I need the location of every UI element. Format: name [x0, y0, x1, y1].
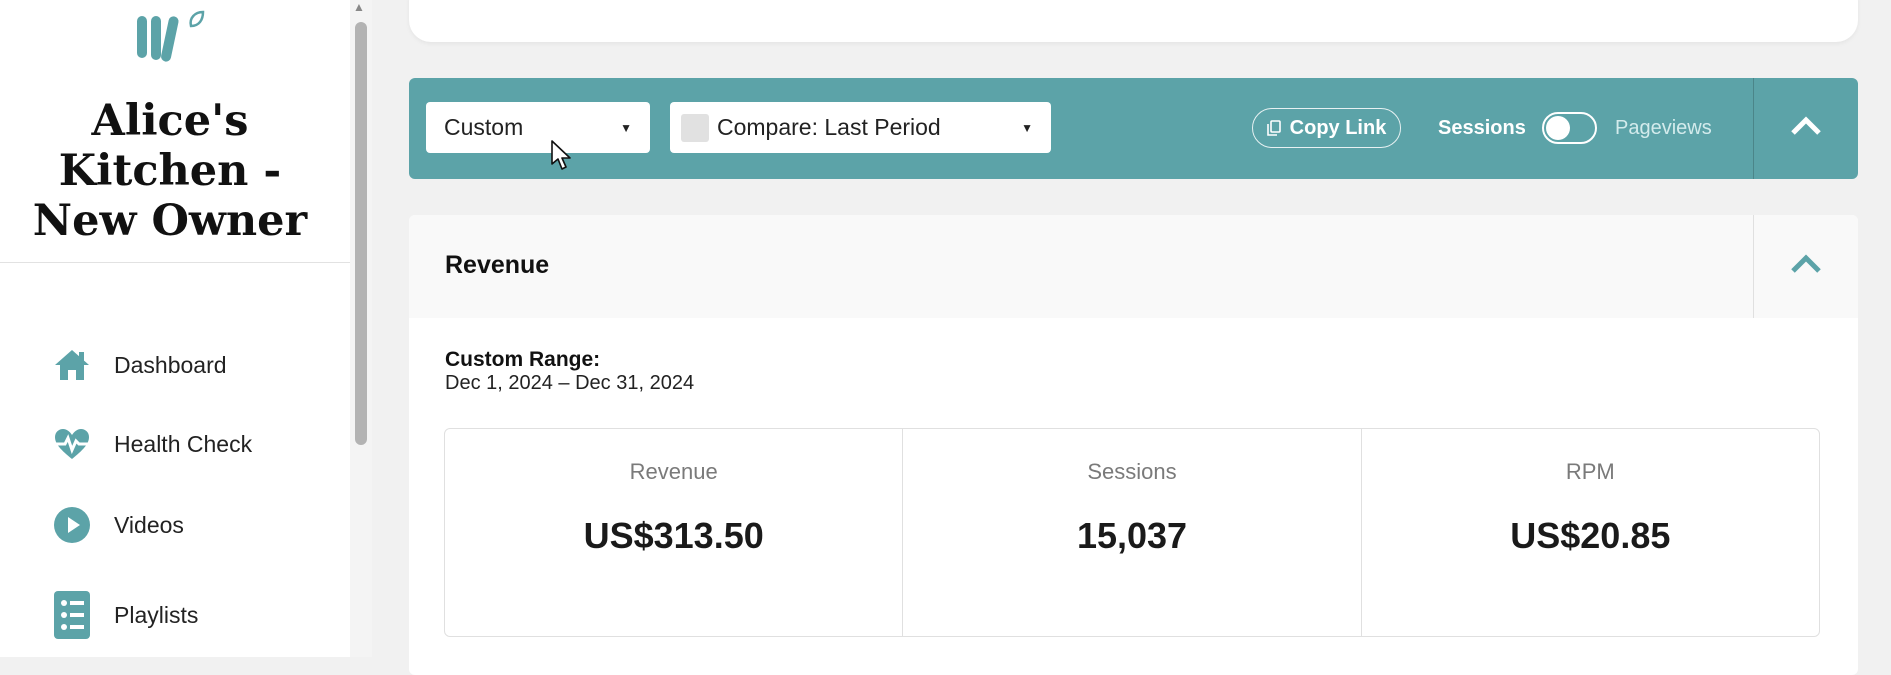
checklist-icon: [52, 591, 92, 639]
mouse-cursor-icon: [551, 140, 571, 170]
revenue-card: Revenue Custom Range: Dec 1, 2024 – Dec …: [409, 215, 1858, 675]
caret-down-icon: ▼: [1021, 121, 1033, 135]
metric-label: RPM: [1565, 459, 1615, 484]
sidebar: Alice's Kitchen - New Owner Dashboard He…: [0, 0, 350, 657]
toggle-label-sessions[interactable]: Sessions: [1438, 117, 1526, 140]
scroll-up-icon[interactable]: ▲: [353, 0, 365, 14]
metric-label: Revenue: [629, 459, 718, 484]
sidebar-item-videos[interactable]: Videos: [52, 499, 332, 551]
range-label: Custom Range:: [445, 348, 601, 371]
metrics-grid: Revenue US$313.50 Sessions 15,037 RPM US…: [444, 428, 1820, 637]
chevron-up-icon: [1789, 253, 1823, 280]
brand-title: Alice's Kitchen - New Owner: [32, 96, 308, 246]
date-range-value: Custom: [444, 114, 524, 140]
metric-label: Sessions: [1087, 459, 1177, 484]
sidebar-item-label: Playlists: [114, 601, 199, 628]
filter-collapse-button[interactable]: [1754, 78, 1858, 179]
heartbeat-icon: [52, 424, 92, 464]
metric-sessions: Sessions 15,037: [902, 429, 1360, 636]
revenue-card-title: Revenue: [445, 251, 550, 279]
compare-select[interactable]: Compare: Last Period ▼: [670, 102, 1051, 153]
sidebar-item-label: Videos: [114, 511, 184, 538]
play-circle-icon: [52, 505, 92, 545]
metric-value: 15,037: [1076, 515, 1188, 556]
metric-value: US$20.85: [1510, 515, 1671, 556]
revenue-card-header: Revenue: [409, 215, 1858, 318]
copy-link-label: Copy Link: [1289, 116, 1387, 139]
brand-logo[interactable]: [133, 8, 213, 64]
revenue-collapse-button[interactable]: [1754, 215, 1858, 318]
sidebar-item-dashboard[interactable]: Dashboard: [52, 339, 332, 391]
sidebar-scrollbar-thumb[interactable]: [355, 22, 367, 445]
top-card: [409, 0, 1858, 42]
chevron-up-icon: [1789, 115, 1823, 142]
metric-value: US$313.50: [583, 515, 764, 556]
compare-value: Compare: Last Period: [717, 114, 941, 140]
sidebar-item-health-check[interactable]: Health Check: [52, 418, 332, 470]
filter-bar: Custom ▼ Compare: Last Period ▼ Copy Lin…: [409, 78, 1858, 179]
caret-down-icon: ▼: [620, 121, 632, 135]
compare-color-swatch: [681, 113, 709, 142]
sessions-pageviews-toggle[interactable]: [1542, 112, 1597, 144]
copy-icon: [1266, 120, 1281, 136]
toggle-knob: [1546, 116, 1570, 140]
sidebar-item-label: Health Check: [114, 430, 253, 457]
date-range-select[interactable]: Custom ▼: [426, 102, 650, 153]
home-icon: [52, 345, 92, 385]
range-value: Dec 1, 2024 – Dec 31, 2024: [445, 372, 695, 394]
sidebar-divider: [0, 262, 350, 263]
metric-rpm: RPM US$20.85: [1360, 429, 1819, 636]
sidebar-item-label: Dashboard: [114, 351, 227, 378]
toggle-label-pageviews[interactable]: Pageviews: [1615, 117, 1712, 140]
metric-revenue: Revenue US$313.50: [445, 429, 902, 636]
sidebar-item-playlists[interactable]: Playlists: [52, 589, 332, 641]
copy-link-button[interactable]: Copy Link: [1252, 108, 1401, 148]
